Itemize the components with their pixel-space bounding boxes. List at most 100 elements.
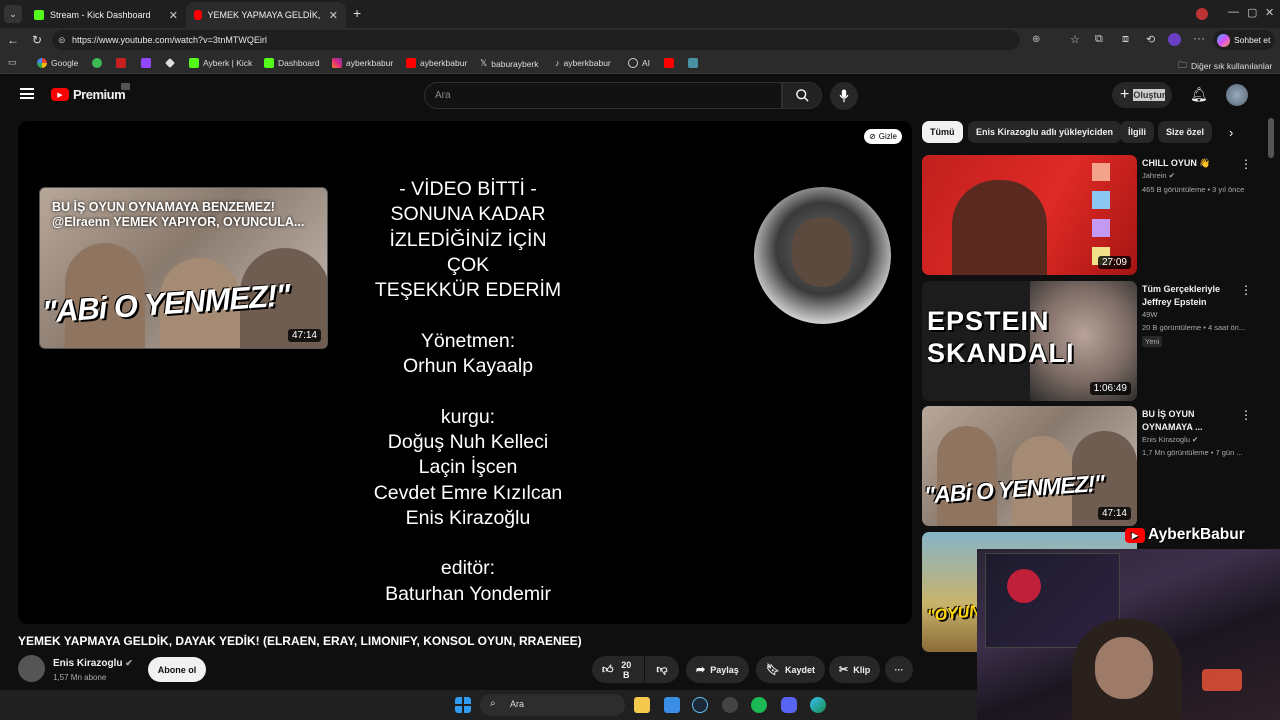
- taskbar-search-label: Ara: [510, 699, 525, 709]
- channel-avatar[interactable]: [18, 655, 45, 682]
- channel-subscribe-avatar[interactable]: [754, 187, 891, 324]
- file-explorer-icon[interactable]: [634, 697, 650, 713]
- chip-from-uploader[interactable]: Enis Kirazoglu adlı yükleyiciden: [968, 121, 1122, 143]
- youtube-logo[interactable]: ▶ Premium: [51, 83, 130, 102]
- tab-actions-button[interactable]: ⌄: [4, 5, 22, 23]
- copilot-button[interactable]: Sohbet et: [1213, 30, 1275, 50]
- rec-duration: 47:14: [1097, 507, 1131, 520]
- gmail-icon: [116, 58, 126, 68]
- more-actions-button[interactable]: ···: [885, 656, 913, 683]
- account-icon[interactable]: [1168, 33, 1181, 46]
- chip-related[interactable]: İlgili: [1120, 121, 1154, 143]
- maximize-window-icon[interactable]: ▢: [1247, 6, 1257, 19]
- bookmark-label: Dashboard: [278, 58, 320, 68]
- steam-icon[interactable]: [692, 697, 708, 713]
- endscreen-video-card[interactable]: BU İŞ OYUN OYNAMAYA BENZEMEZ! @Elraenn Y…: [39, 187, 328, 349]
- search-button[interactable]: [782, 82, 822, 109]
- favorite-star-icon[interactable]: ☆: [1070, 33, 1080, 46]
- edge-icon[interactable]: [810, 697, 826, 713]
- end-credits-text: - VİDEO BİTTİ - SONUNA KADAR İZLEDİĞİNİZ…: [373, 178, 563, 605]
- windows-start-icon[interactable]: [455, 697, 471, 713]
- profile-icon[interactable]: [1196, 8, 1208, 20]
- bookmark-instagram[interactable]: ayberkbabur: [332, 58, 393, 68]
- github-icon[interactable]: [722, 697, 738, 713]
- eye-off-icon: ⊘: [869, 132, 876, 141]
- history-icon[interactable]: ⟲: [1146, 33, 1155, 46]
- scrollbar[interactable]: [1268, 118, 1274, 158]
- bookmark-ayberk-kick[interactable]: Ayberk | Kick: [189, 58, 252, 68]
- bookmark-map[interactable]: [688, 58, 698, 68]
- voice-search-button[interactable]: [830, 82, 858, 110]
- bookmark-label: baburayberk: [491, 58, 539, 69]
- recommendation-item[interactable]: EPSTEIN SKANDALI 1:06:49 Tüm Gerçekleriy…: [922, 281, 1272, 401]
- hide-endscreen-button[interactable]: ⊘ Gizle: [864, 129, 902, 144]
- chevron-right-icon[interactable]: ›: [1229, 125, 1233, 140]
- thumb-person: [952, 180, 1047, 275]
- bookmark-label: ayberkbabur: [420, 58, 468, 68]
- bookmark-google[interactable]: Google: [37, 58, 78, 68]
- site-info-icon[interactable]: ⊜: [58, 35, 66, 46]
- like-button[interactable]: 👍︎ 20 B: [592, 656, 644, 683]
- recommendation-item[interactable]: "ABi O YENMEZ!" 47:14 BU İŞ OYUN OYNAMAY…: [922, 406, 1272, 526]
- share-button[interactable]: ➦ Paylaş: [686, 656, 749, 683]
- reload-icon[interactable]: ↻: [32, 33, 42, 47]
- tab-youtube-video[interactable]: YEMEK YAPMAYA GELDİK, DAYAK Y ✕: [186, 2, 346, 28]
- tab-title: Stream - Kick Dashboard: [50, 10, 151, 20]
- translate-icon[interactable]: ⊕: [1032, 34, 1040, 45]
- twitch-icon: [141, 58, 151, 68]
- bookmark-2[interactable]: [92, 58, 102, 68]
- tiktok-icon: ♪: [555, 58, 560, 68]
- recommendation-item[interactable]: 27:09 CHILL OYUN 👋 Jahrein ✔ 465 B görün…: [922, 155, 1272, 275]
- bookmark-tiktok[interactable]: ♪ ayberkbabur: [555, 58, 611, 68]
- channel-name[interactable]: Enis Kirazoglu ✔: [53, 658, 133, 669]
- extensions-icon[interactable]: ⧉: [1095, 33, 1103, 46]
- notifications-bell-icon[interactable]: 🔔︎: [1190, 86, 1208, 103]
- clip-button[interactable]: ✂ Klip: [829, 656, 881, 683]
- bookmark-youtube-2[interactable]: [664, 58, 674, 68]
- rec-more-icon[interactable]: ⋮: [1240, 408, 1252, 422]
- create-button[interactable]: + Oluştur: [1112, 82, 1172, 108]
- bookmark-dashboard[interactable]: Dashboard: [264, 58, 320, 68]
- back-icon[interactable]: ←: [7, 33, 19, 47]
- tab-kick-dashboard[interactable]: Stream - Kick Dashboard ✕: [26, 2, 186, 28]
- bookmark-diamond[interactable]: [165, 58, 175, 68]
- search-input[interactable]: Ara: [424, 82, 782, 109]
- youtube-icon: [194, 10, 202, 20]
- minimize-window-icon[interactable]: —: [1228, 6, 1239, 18]
- video-player[interactable]: ⊘ Gizle BU İŞ OYUN OYNAMAYA BENZEMEZ! @E…: [18, 121, 912, 624]
- share-icon: ➦: [696, 664, 706, 676]
- collections-icon[interactable]: ⧈: [1122, 33, 1129, 46]
- dislike-button[interactable]: 👎︎: [645, 656, 679, 683]
- bookmark-ai[interactable]: AI: [628, 58, 650, 68]
- thumbs-down-icon: 👎︎: [656, 664, 668, 676]
- photos-icon[interactable]: [664, 697, 680, 713]
- subscribe-button[interactable]: Abone ol: [148, 657, 206, 682]
- address-bar[interactable]: ⊜ https://www.youtube.com/watch?v=3tnMTW…: [52, 30, 1040, 50]
- save-label: Kaydet: [784, 664, 815, 675]
- close-tab-icon[interactable]: ✕: [329, 9, 338, 22]
- bookmarks-toggle-icon[interactable]: ▭: [8, 57, 17, 68]
- save-button[interactable]: 🔖︎ Kaydet: [756, 656, 825, 683]
- new-tab-button[interactable]: +: [353, 5, 361, 21]
- menu-icon[interactable]: [20, 88, 34, 99]
- close-window-icon[interactable]: ✕: [1265, 6, 1274, 19]
- chip-for-you[interactable]: Size özel: [1158, 121, 1213, 143]
- taskbar-search[interactable]: ⌕ Ara: [480, 694, 625, 716]
- chip-all[interactable]: Tümü: [922, 121, 963, 143]
- bookmark-twitch[interactable]: [141, 58, 151, 68]
- spotify-icon[interactable]: [751, 697, 767, 713]
- rec-thumbnail: 27:09: [922, 155, 1137, 275]
- endcard-title: BU İŞ OYUN OYNAMAYA BENZEMEZ! @Elraenn Y…: [52, 200, 305, 229]
- discord-icon[interactable]: [781, 697, 797, 713]
- bookmark-gmail[interactable]: [116, 58, 126, 68]
- bookmark-youtube[interactable]: ayberkbabur: [406, 58, 467, 68]
- rec-more-icon[interactable]: ⋮: [1240, 157, 1252, 171]
- user-avatar[interactable]: [1226, 84, 1248, 106]
- pixel-skull-icon: [1092, 163, 1110, 181]
- settings-more-icon[interactable]: ···: [1193, 31, 1205, 45]
- other-bookmarks-folder[interactable]: 🗀 Diğer sık kullanılanlar: [1178, 58, 1272, 74]
- close-tab-icon[interactable]: ✕: [169, 9, 178, 22]
- rec-more-icon[interactable]: ⋮: [1240, 283, 1252, 297]
- bookmark-x[interactable]: 𝕏baburayberk: [480, 58, 539, 69]
- share-label: Paylaş: [710, 664, 739, 675]
